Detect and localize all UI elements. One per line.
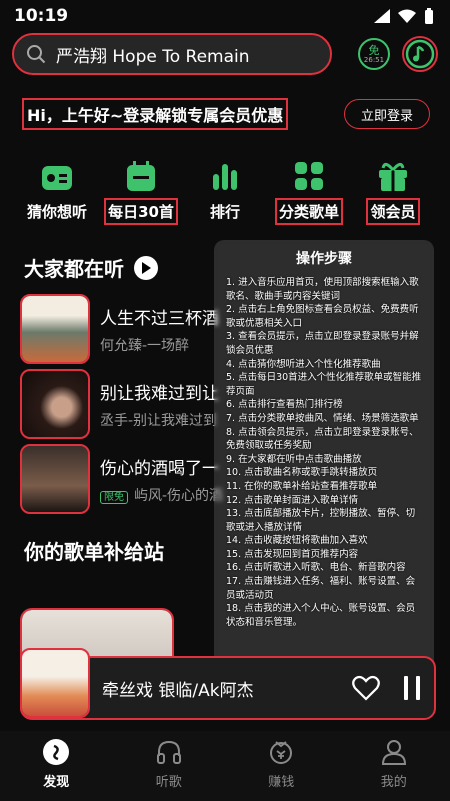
calendar-icon: [127, 161, 155, 191]
tab-label: 赚钱: [268, 775, 295, 790]
tab-label: 听歌: [155, 775, 182, 790]
search-icon: [27, 45, 46, 64]
step-item: 7. 点击分类歌单按曲风、情绪、场景筛选歌单: [226, 412, 419, 424]
instruction-overlay: 操作步骤 1. 进入音乐应用首页，使用顶部搜索框输入歌歌名、歌曲手或内容关键词 …: [214, 240, 434, 708]
step-item: 1. 进入音乐应用首页，使用顶部搜索框输入歌歌名、歌曲手或内容关键词: [226, 277, 419, 302]
step-item: 9. 在大家都在听中点击歌曲播放: [226, 453, 362, 465]
song-title: 人生不过三杯酒: [100, 308, 219, 329]
status-time: 10:19: [14, 6, 69, 26]
free-tag: 限免: [100, 490, 128, 504]
overlay-title: 操作步骤: [296, 251, 352, 267]
battery-icon: [425, 8, 433, 24]
nav-label: 分类歌单: [274, 198, 344, 225]
song-artist: 丞手-别让我难过到: [100, 412, 218, 429]
step-item: 14. 点击收藏按钮将歌曲加入喜欢: [226, 535, 368, 547]
song-cover[interactable]: [20, 294, 90, 364]
headphones-icon: [156, 740, 181, 764]
step-item: 13. 点击底部播放卡片，控制播放、暂停、切歌或进入播放详情: [226, 508, 416, 533]
song-title: 别让我难过到让: [100, 383, 219, 404]
song-cover[interactable]: [20, 444, 90, 514]
discover-icon: [43, 739, 70, 765]
login-button[interactable]: 立即登录: [344, 99, 430, 129]
nav-get-vip[interactable]: 领会员: [358, 158, 428, 225]
bottom-tab-bar: 发现 听歌 赚钱 我的: [0, 731, 450, 801]
nav-guess-you-like[interactable]: 猜你想听: [22, 158, 92, 223]
section-title: 大家都在听: [24, 257, 124, 281]
player-title: 牵丝戏 银临/Ak阿杰: [102, 680, 254, 701]
greeting-text: Hi，上午好~登录解锁专属会员优惠: [21, 98, 289, 130]
free-vip-icon[interactable]: 免 26:51: [358, 38, 390, 70]
search-text: 严浩翔 Hope To Remain: [56, 46, 250, 67]
signal-icon: [374, 9, 390, 23]
step-item: 15. 点击发现回到首页推荐内容: [226, 548, 359, 560]
grid-icon: [295, 162, 323, 190]
nav-category-playlists[interactable]: 分类歌单: [274, 158, 344, 225]
play-all-icon[interactable]: [134, 255, 158, 280]
coin-icon: [270, 741, 293, 764]
step-item: 3. 查看会员提示，点击立即登录登录账号并解锁会员优惠: [226, 331, 419, 356]
chart-icon: [213, 164, 237, 190]
tab-label: 我的: [380, 775, 407, 790]
nav-label: 每日30首: [104, 198, 178, 225]
tab-discover[interactable]: 发现: [21, 738, 91, 790]
step-item: 12. 点击歌单封面进入歌单详情: [226, 494, 359, 506]
tab-listen[interactable]: 听歌: [134, 738, 204, 790]
song-cover[interactable]: [20, 369, 90, 439]
step-item: 4. 点击猜你想听进入个性化推荐歌曲: [226, 358, 381, 370]
step-item: 10. 点击歌曲名称或歌手跳转播放页: [226, 467, 378, 479]
song-artist: 限免 屿风-伤心的酒: [100, 485, 223, 505]
wifi-icon: [398, 9, 416, 23]
step-item: 17. 点击赚钱进入任务、福利、账号设置、会员或活动页: [226, 576, 416, 601]
step-item: 2. 点击右上角免图标查看会员权益、免费费听歌或优惠相关入口: [226, 304, 419, 329]
radio-icon: [42, 166, 72, 190]
step-item: 16. 点击听歌进入听歌、电台、新音歌内容: [226, 562, 406, 574]
free-vip-label: 免: [368, 43, 380, 57]
step-item: 8. 点击领会员提示，点击立即登录登录账号、免费领取或任务奖励: [226, 426, 419, 452]
step-item: 5. 点击每日30首进入个性化推荐歌单或智能推荐页面: [226, 372, 422, 397]
tab-mine[interactable]: 我的: [359, 738, 429, 790]
nav-label: 猜你想听: [26, 203, 87, 221]
nav-label: 领会员: [366, 198, 420, 225]
feature-nav: 猜你想听 每日30首 排行 分类歌单 领会员: [0, 158, 450, 225]
step-item: 11. 在你的歌单补给站查看推荐歌单: [226, 480, 378, 492]
tab-label: 发现: [43, 775, 70, 790]
tab-earn[interactable]: 赚钱: [246, 738, 316, 790]
song-title: 伤心的酒喝了一: [100, 458, 219, 479]
gift-icon: [379, 163, 407, 191]
nav-label: 排行: [209, 203, 240, 221]
greeting-row: Hi，上午好~登录解锁专属会员优惠 立即登录: [0, 98, 450, 130]
player-cover[interactable]: [20, 648, 90, 718]
profile-icon: [381, 740, 406, 765]
free-vip-timer: 26:51: [363, 55, 385, 64]
pause-icon[interactable]: [402, 675, 422, 701]
system-icons: [374, 8, 434, 24]
song-artist: 何允臻-一场醉: [100, 337, 190, 354]
step-item: 18. 点击我的进入个人中心、账号设置、会员状态和音乐管理。: [226, 603, 416, 628]
nav-daily-30[interactable]: 每日30首: [104, 158, 178, 225]
status-bar: 10:19: [0, 0, 450, 32]
steps-list: 1. 进入音乐应用首页，使用顶部搜索框输入歌歌名、歌曲手或内容关键词 2. 点击…: [226, 276, 422, 629]
top-bar: 严浩翔 Hope To Remain 免 26:51: [0, 32, 450, 76]
mini-player[interactable]: 牵丝戏 银临/Ak阿杰: [20, 648, 436, 720]
nav-ranking[interactable]: 排行: [190, 158, 260, 223]
heart-icon[interactable]: [352, 675, 380, 701]
step-item: 6. 点击排行查看热门排行榜: [226, 399, 343, 411]
section-title: 你的歌单补给站: [24, 540, 164, 564]
music-recognize-icon[interactable]: [402, 36, 438, 72]
search-input[interactable]: 严浩翔 Hope To Remain: [12, 33, 332, 75]
